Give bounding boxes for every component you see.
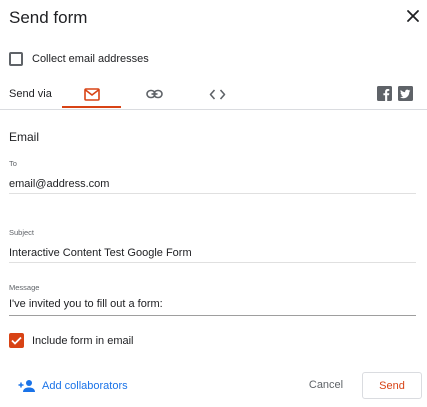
- cancel-button[interactable]: Cancel: [300, 374, 352, 396]
- subject-field[interactable]: Interactive Content Test Google Form: [9, 247, 192, 259]
- collect-email-option[interactable]: Collect email addresses: [9, 52, 149, 66]
- twitter-icon[interactable]: [398, 86, 413, 101]
- tab-link[interactable]: [125, 80, 184, 108]
- send-button[interactable]: Send: [362, 372, 422, 399]
- header-divider: [0, 109, 427, 110]
- facebook-icon[interactable]: [377, 86, 392, 101]
- subject-field-label: Subject: [9, 228, 35, 237]
- mail-icon: [83, 87, 100, 101]
- include-form-checkbox[interactable]: [9, 333, 24, 348]
- add-person-icon: [18, 380, 35, 392]
- include-form-label: Include form in email: [32, 334, 134, 347]
- embed-code-icon: [209, 88, 226, 100]
- collect-email-label: Collect email addresses: [32, 53, 149, 65]
- checkmark-icon: [11, 336, 22, 345]
- email-section-title: Email: [9, 130, 40, 144]
- link-icon: [146, 89, 163, 99]
- collect-email-checkbox[interactable]: [9, 52, 23, 66]
- to-field-underline: [9, 193, 416, 194]
- tab-embed[interactable]: [188, 80, 247, 108]
- message-field[interactable]: I've invited you to fill out a form:: [9, 298, 163, 310]
- active-tab-indicator: [62, 106, 121, 108]
- add-collaborators-label: Add collaborators: [42, 379, 128, 392]
- to-field[interactable]: email@address.com: [9, 178, 109, 190]
- send-via-label: Send via: [9, 88, 52, 100]
- message-field-label: Message: [9, 283, 40, 292]
- add-collaborators-button[interactable]: Add collaborators: [18, 379, 128, 392]
- subject-field-underline: [9, 262, 416, 263]
- tab-email[interactable]: [62, 80, 121, 108]
- message-field-underline: [9, 315, 416, 316]
- close-icon[interactable]: [404, 7, 422, 25]
- to-field-label: To: [9, 159, 17, 168]
- include-form-option[interactable]: Include form in email: [9, 333, 134, 348]
- dialog-title: Send form: [9, 8, 88, 27]
